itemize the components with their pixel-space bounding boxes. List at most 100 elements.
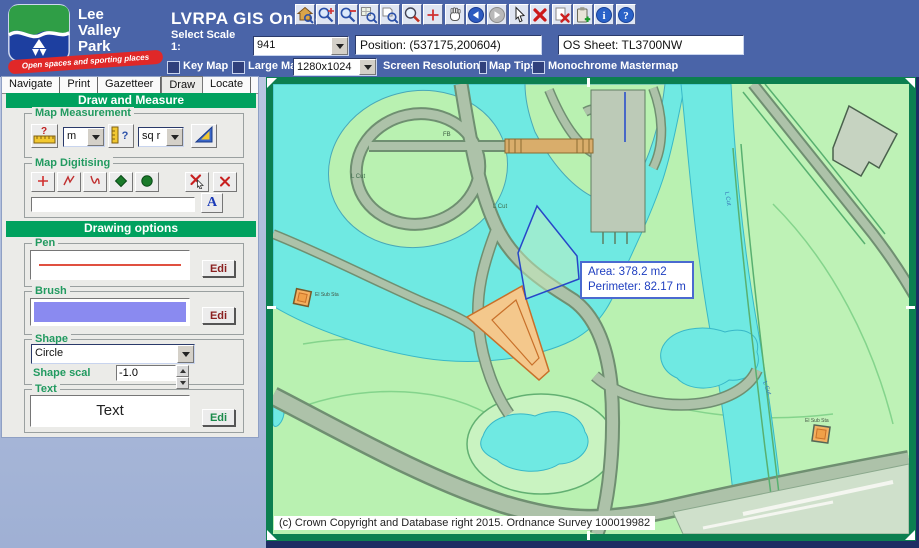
distance-unit-select[interactable]: m	[63, 127, 105, 147]
map-digitising-group: Map Digitising	[24, 163, 244, 218]
distance-unit-value: m	[64, 128, 87, 146]
brush-fill-sample	[34, 302, 186, 322]
measure-distance-button[interactable]: ?	[31, 124, 58, 148]
zoom-in-button[interactable]	[316, 4, 336, 25]
brush-edit-button[interactable]: Edi	[202, 307, 235, 324]
pan-east-icon[interactable]	[906, 306, 915, 309]
pan-southeast-icon[interactable]	[905, 530, 915, 540]
delete-button[interactable]	[530, 4, 550, 25]
spinner-down-icon[interactable]	[176, 377, 189, 389]
measure-area-button[interactable]: ?	[108, 124, 134, 148]
help-button[interactable]: ?	[616, 4, 636, 25]
shape-select[interactable]: Circle	[31, 344, 195, 364]
info-button[interactable]: i	[594, 4, 614, 25]
shape-scale-input[interactable]	[116, 365, 176, 381]
resolution-label: Screen Resolution	[383, 60, 480, 72]
large-map-checkbox[interactable]	[232, 61, 245, 74]
shape-scale-spinner	[116, 365, 189, 381]
map-viewport[interactable]: L Cut L Cut FB L Cut L Cut El Sub Sta El…	[266, 77, 916, 541]
tooltip-area-line: Area: 378.2 m2	[588, 265, 686, 280]
pan-southwest-icon[interactable]	[267, 530, 277, 540]
tab-gazetteer[interactable]: Gazetteer	[98, 77, 161, 93]
pan-northeast-icon[interactable]	[905, 78, 915, 88]
svg-text:L Cut: L Cut	[493, 204, 507, 210]
crosshair-button[interactable]	[423, 4, 443, 25]
scale-select[interactable]: 941	[253, 36, 349, 56]
spinner-up-icon[interactable]	[176, 365, 189, 377]
chevron-down-icon[interactable]	[331, 37, 348, 55]
os-sheet-field: OS Sheet: TL3700NW	[558, 35, 744, 55]
resolution-select-value: 1280x1024	[294, 59, 359, 75]
measurement-tooltip: Area: 378.2 m2 Perimeter: 82.17 m	[580, 261, 694, 299]
tab-locate[interactable]: Locate	[203, 77, 251, 93]
select-pointer-button[interactable]	[509, 4, 529, 25]
resolution-select[interactable]: 1280x1024	[293, 58, 377, 76]
map-tips-checkbox[interactable]	[479, 61, 487, 74]
digitise-polygon-button[interactable]	[109, 172, 133, 192]
pan-hand-icon	[446, 6, 464, 24]
position-field: Position: (537175,200604)	[355, 35, 542, 55]
digitise-circle-button[interactable]	[135, 172, 159, 192]
pan-south-icon[interactable]	[587, 531, 590, 540]
digitise-freehand-button[interactable]	[83, 172, 107, 192]
clipboard-add-button[interactable]	[573, 4, 593, 25]
chevron-down-icon[interactable]	[359, 59, 376, 75]
pan-west-icon[interactable]	[267, 306, 276, 309]
zoom-previous-button[interactable]	[380, 4, 400, 25]
shape-group: Shape Circle Shape scal	[24, 339, 244, 385]
pan-northwest-icon[interactable]	[267, 78, 277, 88]
digitise-line-button[interactable]	[57, 172, 81, 192]
forward-button[interactable]	[487, 4, 507, 25]
zoom-previous-icon	[381, 6, 399, 24]
monochrome-checkbox[interactable]	[532, 61, 545, 74]
tab-draw[interactable]: Draw	[161, 76, 203, 93]
pen-edit-button[interactable]: Edi	[202, 260, 235, 277]
pan-button[interactable]	[445, 4, 465, 25]
scale-ratio-label: 1:	[171, 41, 181, 53]
zoom-out-button[interactable]	[338, 4, 358, 25]
delete-all-icon	[217, 173, 233, 189]
lee-valley-park-logo: Lee Valley Park Open spaces and sporting…	[8, 4, 158, 70]
text-edit-button[interactable]: Edi	[202, 409, 235, 426]
chevron-down-icon[interactable]	[166, 128, 183, 146]
shape-scale-label: Shape scal	[33, 367, 90, 379]
svg-text:El Sub Sta: El Sub Sta	[315, 292, 339, 298]
diamond-icon	[113, 173, 129, 189]
draw-panel: Navigate Print Gazetteer Draw Locate Dra…	[2, 77, 258, 437]
tab-navigate[interactable]: Navigate	[2, 77, 60, 93]
area-unit-select[interactable]: sq r	[138, 127, 184, 147]
digitise-point-button[interactable]	[31, 172, 55, 192]
home-button[interactable]	[295, 4, 315, 25]
info-icon: i	[595, 6, 613, 24]
polyline-icon	[61, 173, 77, 189]
back-button[interactable]	[466, 4, 486, 25]
chevron-down-icon[interactable]	[87, 128, 104, 146]
magnify-icon	[403, 6, 421, 24]
text-legend: Text	[32, 383, 60, 395]
pointer-icon	[510, 6, 528, 24]
zoom-window-icon	[360, 6, 378, 24]
font-button[interactable]: A	[201, 193, 223, 213]
chevron-down-icon[interactable]	[177, 345, 194, 363]
delete-all-features-button[interactable]	[213, 172, 237, 192]
key-map-checkbox[interactable]	[167, 61, 180, 74]
brush-legend: Brush	[32, 285, 70, 297]
svg-text:?: ?	[41, 126, 47, 137]
tab-print[interactable]: Print	[60, 77, 98, 93]
pen-legend: Pen	[32, 237, 58, 249]
delete-feature-button[interactable]	[185, 172, 209, 192]
key-map-label: Key Map	[183, 60, 228, 72]
delete-page-button[interactable]	[552, 4, 572, 25]
tooltip-perimeter-line: Perimeter: 82.17 m	[588, 280, 686, 295]
digitise-text-input[interactable]	[31, 197, 195, 212]
set-square-button[interactable]	[191, 124, 217, 148]
drawing-options-header: Drawing options	[6, 221, 256, 237]
delete-feature-icon	[189, 173, 205, 189]
ruler-area-icon: ?	[110, 125, 132, 145]
pan-north-icon[interactable]	[587, 78, 590, 87]
map-canvas[interactable]: L Cut L Cut FB L Cut L Cut El Sub Sta El…	[273, 84, 909, 534]
pen-group: Pen Edi	[24, 243, 244, 287]
magnify-button[interactable]	[402, 4, 422, 25]
point-plus-icon	[35, 173, 51, 189]
zoom-window-button[interactable]	[359, 4, 379, 25]
